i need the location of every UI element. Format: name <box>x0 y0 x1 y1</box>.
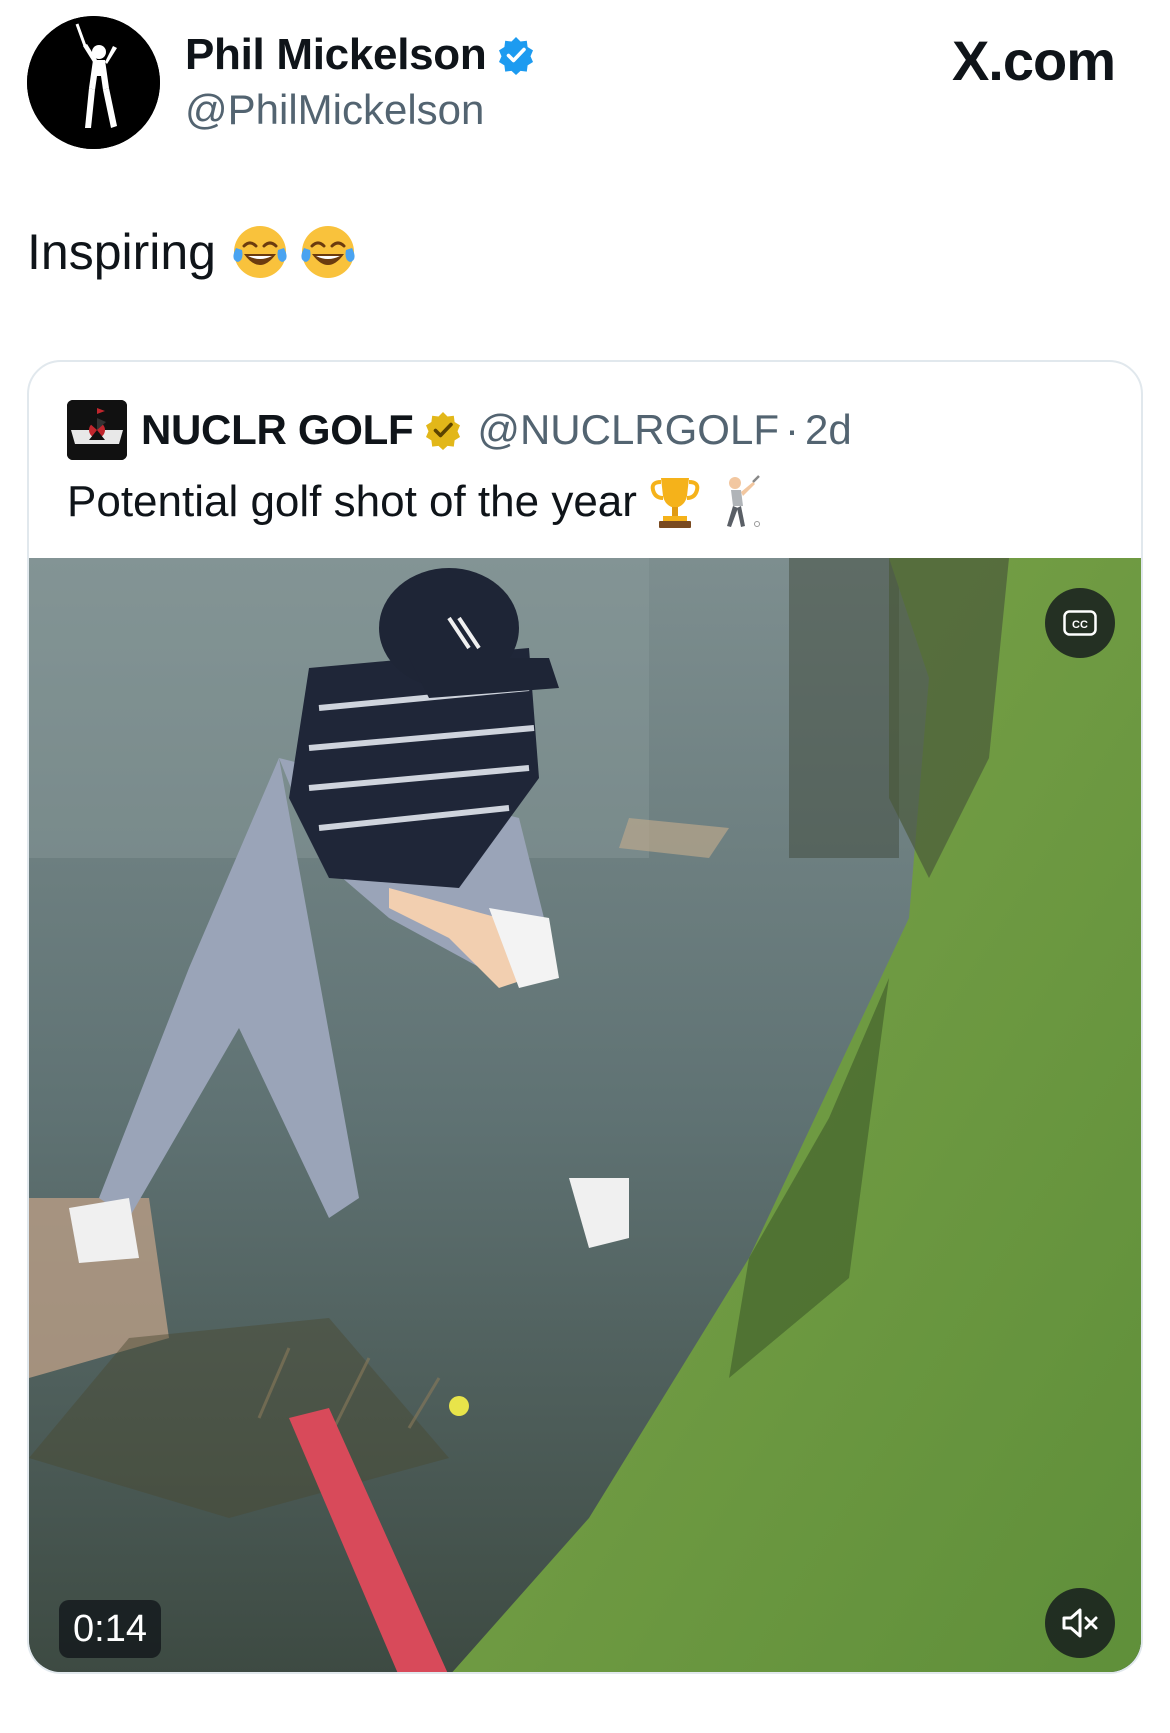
author-handle[interactable]: @PhilMickelson <box>185 86 536 134</box>
quoted-post-header: NUCLR GOLF @NUCLRGOLF · 2d <box>67 400 852 460</box>
tears-of-joy-emoji-icon <box>230 222 290 282</box>
author-name[interactable]: Phil Mickelson <box>185 30 487 80</box>
quoted-post-text-body: Potential golf shot of the year <box>67 477 637 526</box>
speaker-muted-icon <box>1062 1608 1098 1638</box>
person-golfing-emoji-icon <box>713 474 765 530</box>
quoted-post-card[interactable]: NUCLR GOLF @NUCLRGOLF · 2d Potential gol… <box>27 360 1143 1674</box>
nuclear-golf-logo-icon <box>67 400 127 460</box>
author-avatar[interactable] <box>27 16 160 149</box>
tears-of-joy-emoji-icon <box>298 222 358 282</box>
quoted-post-text: Potential golf shot of the year <box>67 474 765 530</box>
quoted-author-handle[interactable]: @NUCLRGOLF <box>477 406 779 454</box>
video-frame <box>29 558 1141 1672</box>
post-text-body: Inspiring <box>27 224 216 280</box>
video-player[interactable]: CC 0:14 <box>29 558 1141 1672</box>
captions-button[interactable]: CC <box>1045 588 1115 658</box>
quoted-timestamp[interactable]: 2d <box>805 406 852 454</box>
closed-captions-icon: CC <box>1063 610 1097 636</box>
cc-label: CC <box>1072 619 1088 631</box>
mute-toggle-button[interactable] <box>1045 1588 1115 1658</box>
separator-dot: · <box>784 406 799 453</box>
gold-verified-badge-icon <box>423 410 463 450</box>
verified-badge-icon <box>496 35 536 75</box>
author-block: Phil Mickelson @PhilMickelson <box>185 28 536 134</box>
nuclr-golf-avatar[interactable] <box>67 400 127 460</box>
site-mark: X.com <box>951 29 1116 92</box>
video-duration: 0:14 <box>59 1600 161 1658</box>
post: Phil Mickelson @PhilMickelson X.com Insp… <box>0 0 1170 1733</box>
trophy-emoji-icon <box>649 474 701 530</box>
post-text: Inspiring <box>27 222 358 282</box>
quoted-author-name[interactable]: NUCLR GOLF <box>141 406 414 454</box>
golfer-silhouette-icon <box>27 16 160 149</box>
